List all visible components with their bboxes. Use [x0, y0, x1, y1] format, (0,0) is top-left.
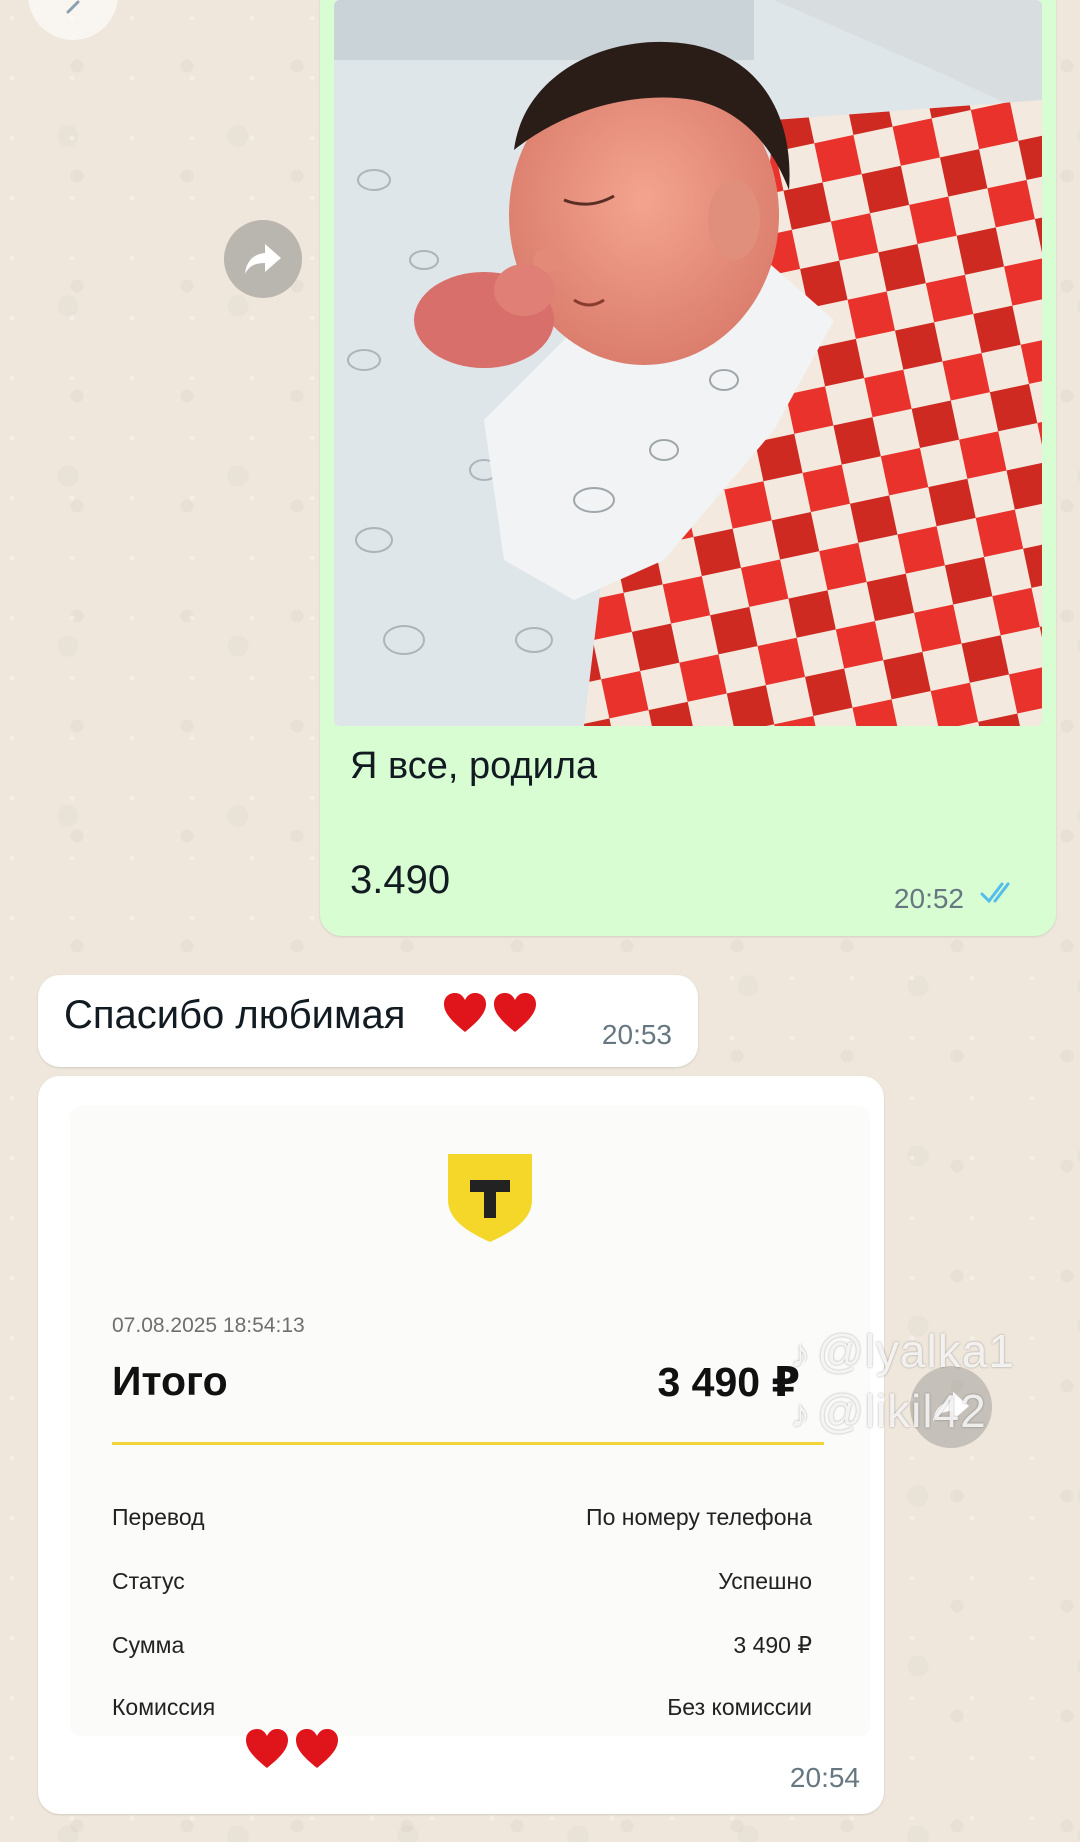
message-timestamp: 20:53 [601, 1019, 672, 1050]
incoming-text-message[interactable]: Спасибо любимая 20:53 [38, 975, 698, 1067]
message-amount: 3.490 [350, 858, 451, 902]
receipt-row-label: Сумма [112, 1632, 185, 1658]
newborn-photo-image [334, 0, 1042, 726]
receipt-row-label: Перевод [112, 1504, 205, 1530]
receipt-divider [112, 1442, 824, 1445]
newborn-photo[interactable] [334, 0, 1042, 726]
forward-arrow-icon [245, 244, 281, 274]
message-text: Спасибо любимая [64, 993, 406, 1037]
incoming-receipt-message[interactable]: 07.08.2025 18:54:13 Итого 3 490 ₽ Перево… [38, 1076, 884, 1814]
watermark-handle: @likil42 [817, 1385, 987, 1437]
shield-t-logo [448, 1154, 532, 1242]
forward-button[interactable] [224, 220, 302, 298]
receipt-row-value: Без комиссии [667, 1694, 812, 1720]
red-heart-icon [444, 993, 486, 1032]
message-timestamp: 20:54 [789, 1762, 860, 1793]
hearts-emoji [442, 990, 538, 1036]
back-button[interactable] [28, 0, 118, 40]
receipt-total-value: 3 490 ₽ [657, 1359, 800, 1405]
receipt-datetime: 07.08.2025 18:54:13 [112, 1314, 305, 1337]
receipt-row-value: Успешно [718, 1568, 812, 1594]
chevron-left-icon [66, 0, 80, 14]
receipt-row-value: 3 490 ₽ [733, 1632, 812, 1658]
outgoing-photo-message[interactable]: Я все, родила 3.490 20:52 [320, 0, 1056, 936]
tiktok-note-icon: ♪ [790, 1392, 811, 1436]
tiktok-note-icon: ♪ [790, 1332, 811, 1376]
double-check-icon [980, 882, 1010, 904]
tiktok-watermark: ♪ @likil42 [790, 1384, 987, 1438]
tiktok-watermark: ♪ @lyalka1 [790, 1324, 1015, 1378]
receipt-total-label: Итого [112, 1358, 228, 1404]
receipt-row-value: По номеру телефона [586, 1504, 812, 1530]
hearts-emoji [244, 1726, 340, 1772]
watermark-handle: @lyalka1 [817, 1325, 1015, 1377]
receipt-image[interactable]: 07.08.2025 18:54:13 Итого 3 490 ₽ Перево… [70, 1106, 870, 1736]
receipt-row-label: Статус [112, 1568, 185, 1594]
red-heart-icon [246, 1729, 288, 1768]
message-caption: Я все, родила [350, 745, 598, 787]
receipt-row-label: Комиссия [112, 1694, 216, 1720]
message-timestamp: 20:52 [893, 883, 964, 914]
red-heart-icon [494, 993, 537, 1032]
red-heart-icon [296, 1729, 339, 1768]
